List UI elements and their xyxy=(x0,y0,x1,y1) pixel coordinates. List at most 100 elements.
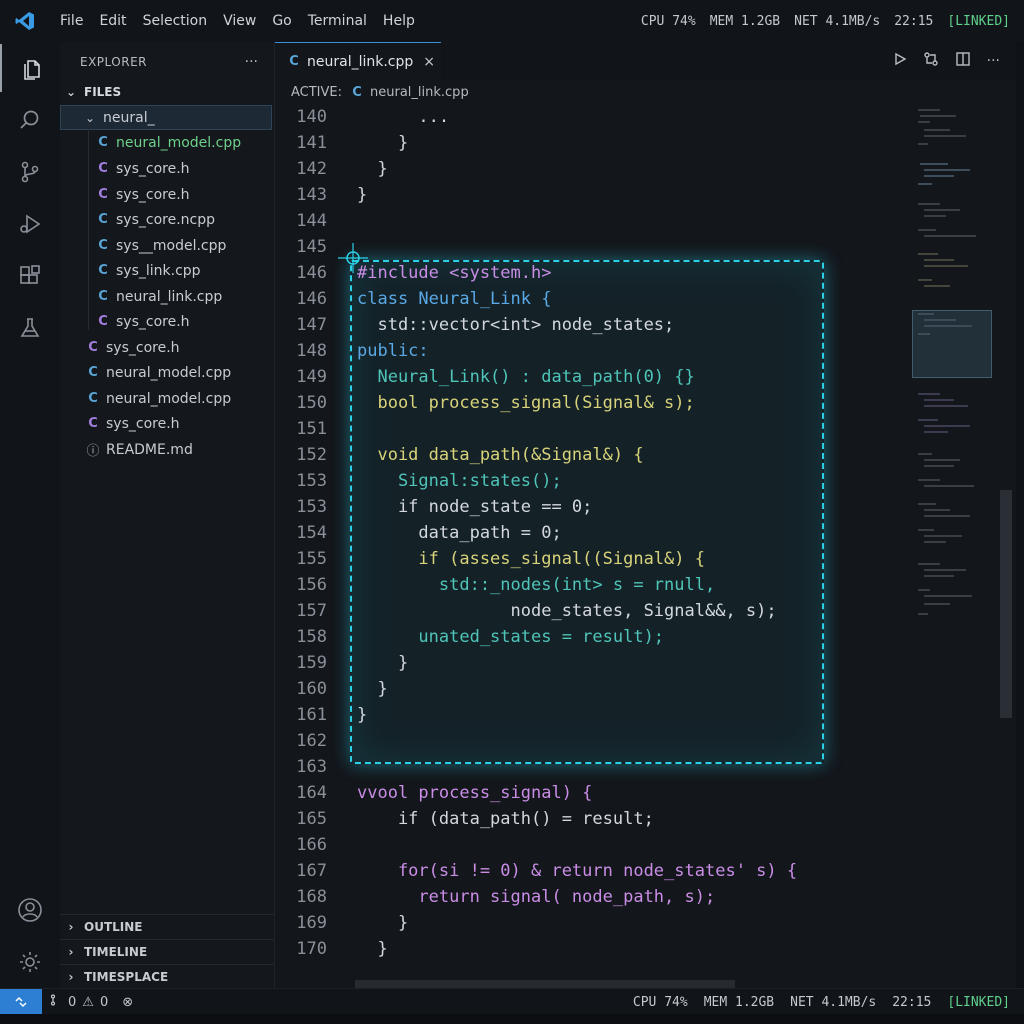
menu-file[interactable]: File xyxy=(52,13,91,29)
menu-terminal[interactable]: Terminal xyxy=(300,13,375,29)
title-bar: File Edit Selection View Go Terminal Hel… xyxy=(0,0,1024,42)
timeline-panel-header[interactable]: › TIMELINE xyxy=(60,939,274,964)
file-item[interactable]: ⓘ README.md xyxy=(60,437,272,462)
panel-label: OUTLINE xyxy=(84,920,143,934)
editor-actions: ··· xyxy=(893,42,1000,80)
mem-stat: MEM 1.2GB xyxy=(709,13,781,29)
menu-view[interactable]: View xyxy=(215,13,264,29)
run-debug-icon[interactable] xyxy=(0,200,60,248)
more-actions-button[interactable]: ··· xyxy=(245,54,274,70)
panel-label: TIMELINE xyxy=(84,945,148,959)
file-label: sys_core.h xyxy=(116,313,190,330)
menu-bar: File Edit Selection View Go Terminal Hel… xyxy=(52,13,423,29)
more-actions-icon[interactable]: ··· xyxy=(987,53,1000,69)
file-label: neural_model.cpp xyxy=(106,390,232,407)
code-line: 165 if (data_path() = result; xyxy=(296,809,654,829)
menu-selection[interactable]: Selection xyxy=(135,13,216,29)
cpu-stat: CPU 74% xyxy=(640,13,696,29)
code-line: 153 Signal:states(); xyxy=(296,471,562,491)
file-item[interactable]: C sys_core.h xyxy=(60,182,272,207)
status-bar: 0 ⚠ 0 ⊗ CPU 74% MEM 1.2GB NET 4.1MB/s 22… xyxy=(0,988,1024,1015)
search-icon[interactable] xyxy=(0,96,60,144)
files-section-label: FILES xyxy=(84,85,122,99)
menu-help[interactable]: Help xyxy=(375,13,423,29)
code-line: 156 std::_nodes(int> s = rnull, xyxy=(296,575,716,595)
close-icon[interactable]: × xyxy=(423,54,435,70)
tab-neural-link[interactable]: C neural_link.cpp × xyxy=(275,42,441,80)
chevron-down-icon: ⌄ xyxy=(65,85,77,99)
account-icon[interactable] xyxy=(0,886,60,934)
chevron-right-icon: › xyxy=(68,970,74,984)
file-label: sys_core.h xyxy=(106,415,180,432)
cpp-file-icon: C xyxy=(98,289,108,304)
c-file-icon: C xyxy=(98,314,108,329)
file-item[interactable]: C sys_core.ncpp xyxy=(60,207,272,232)
code-line: 148 public: xyxy=(296,341,429,361)
file-label: sys_core.h xyxy=(116,186,190,203)
file-item[interactable]: C sys_core.h xyxy=(60,411,272,436)
warning-count: 0 xyxy=(99,994,109,1010)
compare-changes-icon[interactable] xyxy=(923,51,939,71)
file-item[interactable]: C sys__model.cpp xyxy=(60,233,272,258)
timesplace-panel-header[interactable]: › TIMESPLACE xyxy=(60,964,274,989)
code-line: 147 std::vector<int> node_states; xyxy=(296,315,675,335)
code-line: 144 xyxy=(296,211,327,231)
run-icon[interactable] xyxy=(893,52,907,70)
menu-edit[interactable]: Edit xyxy=(91,13,134,29)
status-right: CPU 74% MEM 1.2GB NET 4.1MB/s 22:15 [LIN… xyxy=(633,989,1010,1015)
code-line: 150 bool process_signal(Signal& s); xyxy=(296,393,695,413)
file-item[interactable]: C sys_link.cpp xyxy=(60,258,272,283)
code-line: 170 } xyxy=(296,939,388,959)
code-line: 143} xyxy=(296,185,368,205)
code-line: 145 xyxy=(296,237,327,257)
remote-indicator-button[interactable] xyxy=(0,989,42,1015)
editor-area: C neural_link.cpp × ··· ACTIVE: C neural… xyxy=(275,42,1016,988)
source-control-icon[interactable] xyxy=(0,148,60,196)
code-line: 152 void data_path(&Signal&) { xyxy=(296,445,644,465)
file-item[interactable]: C neural_model.cpp xyxy=(60,360,272,385)
cpp-file-icon: C xyxy=(98,135,108,150)
breadcrumb-prefix: ACTIVE: xyxy=(291,84,343,100)
code-line: 142 } xyxy=(296,159,388,179)
breadcrumb-file[interactable]: neural_link.cpp xyxy=(370,85,469,100)
code-line: 159 } xyxy=(296,653,409,673)
chevron-right-icon: › xyxy=(68,920,74,934)
split-editor-icon[interactable] xyxy=(955,51,971,71)
horizontal-scrollbar[interactable] xyxy=(355,980,735,988)
file-item[interactable]: C neural_model.cpp xyxy=(60,130,272,155)
net-stat: NET 4.1MB/s xyxy=(794,13,881,29)
chevron-down-icon: ⌄ xyxy=(84,110,96,125)
explorer-header: EXPLORER ··· xyxy=(60,42,274,82)
menu-go[interactable]: Go xyxy=(264,13,299,29)
extensions-icon[interactable] xyxy=(0,252,60,300)
files-section-header[interactable]: ⌄ FILES xyxy=(60,80,274,104)
code-line: 168 return signal( node_path, s); xyxy=(296,887,716,907)
file-item[interactable]: C neural_link.cpp xyxy=(60,284,272,309)
c-file-icon: C xyxy=(98,161,108,176)
file-item[interactable]: C sys_core.h xyxy=(60,335,272,360)
c-file-icon: C xyxy=(98,187,108,202)
panel-label: TIMESPLACE xyxy=(84,970,169,984)
gear-icon[interactable] xyxy=(0,938,60,986)
tab-bar: C neural_link.cpp × ··· xyxy=(275,42,1016,80)
cpp-file-icon: C xyxy=(289,54,299,69)
explorer-icon[interactable] xyxy=(0,44,62,92)
file-item[interactable]: C sys_core.h xyxy=(60,156,272,181)
code-line: 161} xyxy=(296,705,368,725)
c-file-icon: C xyxy=(88,416,98,431)
tab-label: neural_link.cpp xyxy=(307,53,414,70)
file-label: neural_model.cpp xyxy=(106,364,232,381)
vertical-scrollbar[interactable] xyxy=(1000,490,1012,718)
outline-panel-header[interactable]: › OUTLINE xyxy=(60,914,274,939)
problems-indicator[interactable]: 0 ⚠ 0 ⊗ xyxy=(50,994,133,1010)
folder-neural[interactable]: ⌄ neural_ xyxy=(60,105,272,130)
warning-icon: ⚠ xyxy=(82,994,94,1010)
explorer-title: EXPLORER xyxy=(80,55,147,69)
minimap-viewport[interactable] xyxy=(912,310,992,378)
code-line: 154 data_path = 0; xyxy=(296,523,562,543)
file-item[interactable]: C sys_core.h xyxy=(60,309,272,334)
flask-icon[interactable] xyxy=(0,304,60,352)
file-item[interactable]: C neural_model.cpp xyxy=(60,386,272,411)
error-count: 0 xyxy=(68,994,77,1010)
code-line: 151 xyxy=(296,419,327,439)
